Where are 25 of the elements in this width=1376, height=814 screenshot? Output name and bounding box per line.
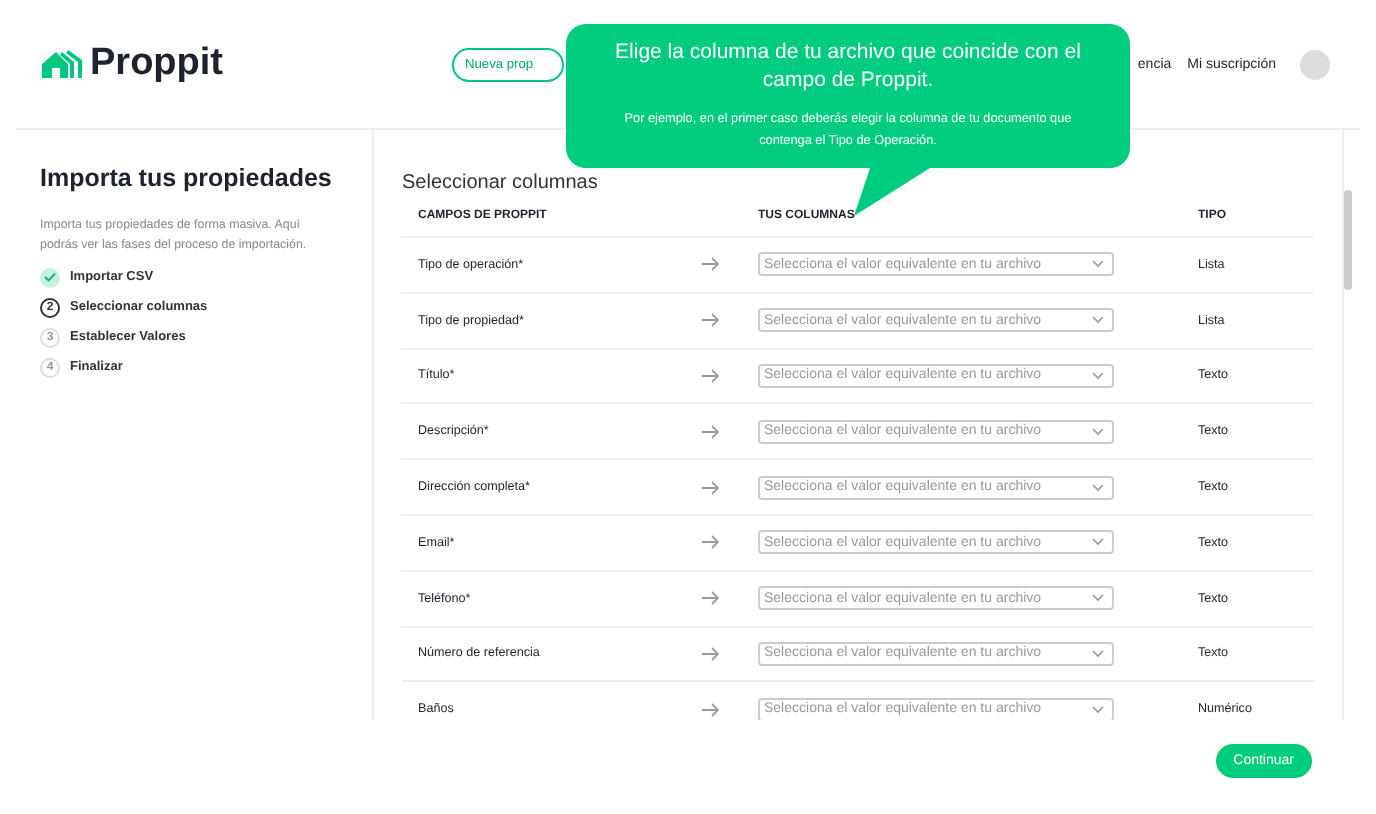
- arrow-icon: [702, 312, 720, 329]
- section-title: Seleccionar columnas: [402, 172, 600, 194]
- caret-icon: [1092, 594, 1104, 603]
- arrow-icon: [702, 701, 720, 718]
- arrow-icon: [702, 423, 720, 440]
- arrow-icon: [702, 256, 720, 273]
- arrow-icon: [702, 590, 720, 607]
- arrow-icon: [702, 367, 720, 384]
- logo-icon: [40, 48, 84, 80]
- caret-icon: [1092, 427, 1104, 436]
- arrow-icon: [702, 479, 720, 496]
- scrollbar[interactable]: [1344, 190, 1352, 290]
- caret-icon: [1092, 260, 1104, 269]
- sidebar-title: Importa tus propiedades: [40, 164, 332, 192]
- caret-icon: [1092, 649, 1104, 658]
- avatar-icon[interactable]: [1300, 49, 1330, 79]
- caret-icon: [1092, 705, 1104, 714]
- caret-icon: [1092, 483, 1104, 492]
- logo-text: Proppit: [90, 42, 223, 86]
- caret-icon: [1092, 538, 1104, 547]
- arrow-icon: [702, 645, 720, 662]
- caret-icon: [1092, 371, 1104, 380]
- arrow-icon: [702, 534, 720, 551]
- caret-icon: [1092, 316, 1104, 325]
- tooltip-title: Elige la columna de tu archivo que coincide con el campo de Proppit.: [613, 40, 1083, 95]
